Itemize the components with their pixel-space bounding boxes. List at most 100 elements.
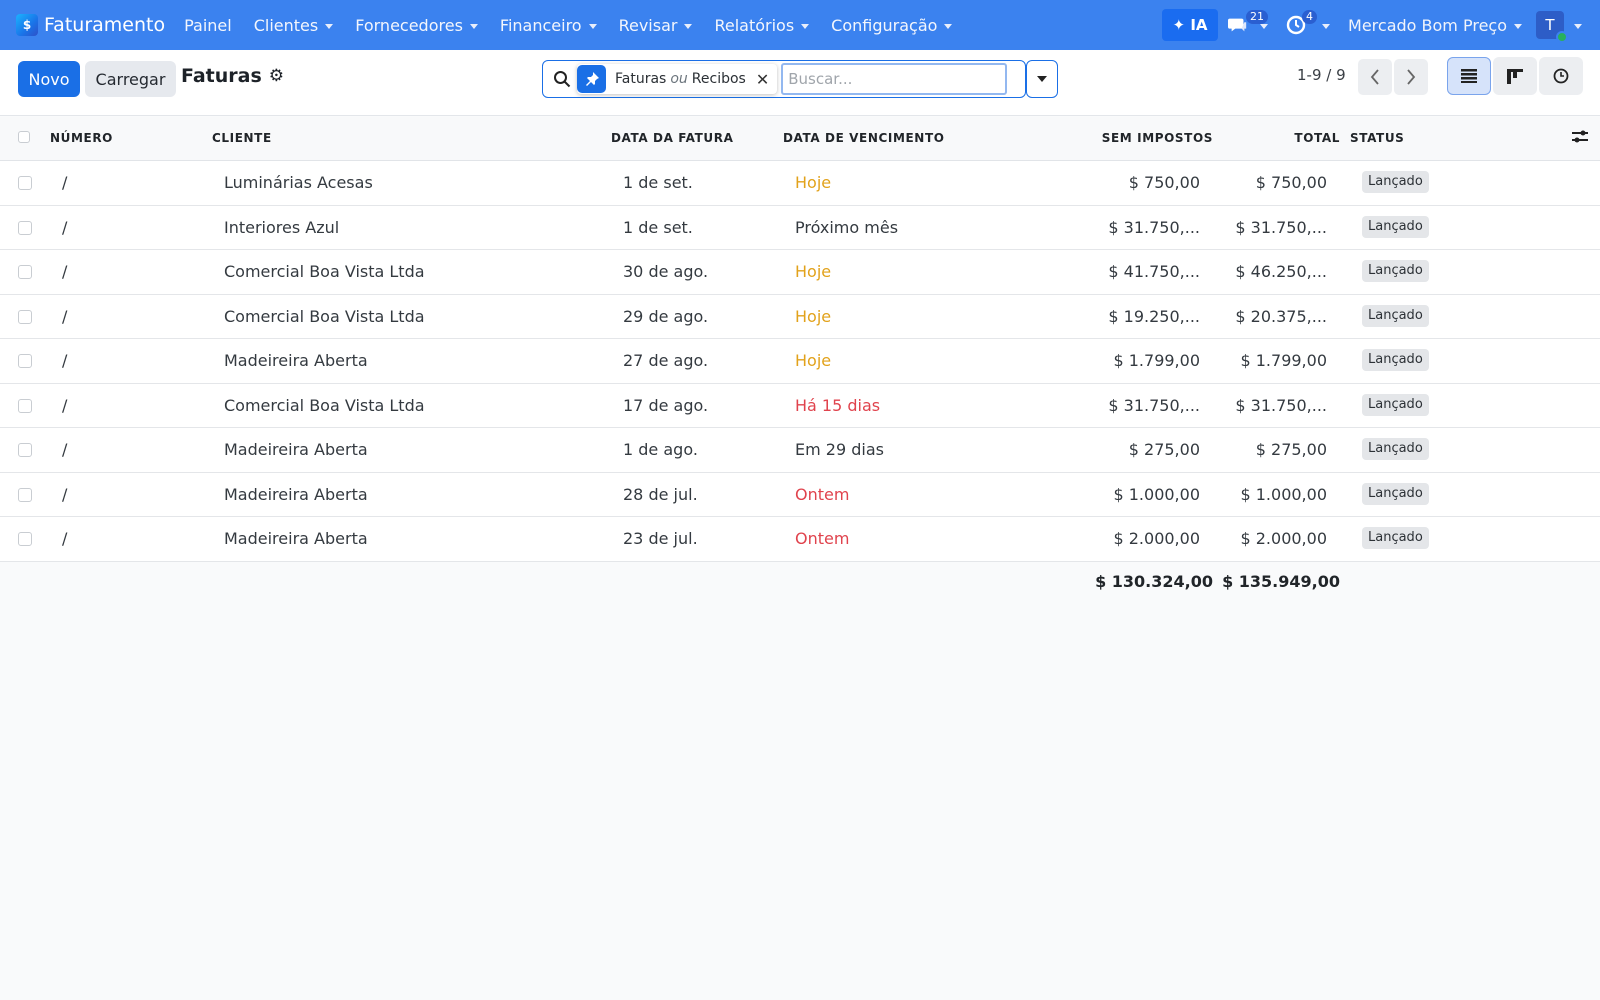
due-date: Ontem: [795, 484, 850, 504]
untaxed-amount: $ 41.750,...: [1108, 262, 1200, 281]
status-badge: Lançado: [1362, 349, 1429, 371]
customer-name: Comercial Boa Vista Ltda: [224, 262, 425, 281]
new-button[interactable]: Novo: [18, 61, 80, 97]
app-brand[interactable]: $ Faturamento: [16, 14, 165, 36]
search-icon[interactable]: [553, 70, 571, 88]
column-header-number[interactable]: NÚMERO: [50, 131, 113, 145]
status-badge: Lançado: [1362, 438, 1429, 460]
invoice-date: 23 de jul.: [623, 529, 698, 548]
online-status-dot: [1556, 31, 1568, 43]
total-amount: $ 46.250,...: [1235, 262, 1327, 281]
untaxed-amount: $ 1.000,00: [1113, 484, 1200, 504]
company-switcher[interactable]: Mercado Bom Preço: [1348, 16, 1522, 35]
nav-item-label: Painel: [184, 15, 232, 35]
status-badge: Lançado: [1362, 482, 1429, 505]
untaxed-amount: $ 2.000,00: [1113, 529, 1200, 548]
gear-icon[interactable]: ⚙: [269, 66, 284, 86]
untaxed-amount: $ 31.750,...: [1108, 217, 1200, 237]
row-checkbox[interactable]: [18, 354, 32, 368]
nav-item-label: Relatórios: [714, 15, 795, 35]
kanban-view-button[interactable]: [1493, 57, 1537, 95]
activity-view-button[interactable]: [1539, 57, 1583, 95]
table-row[interactable]: / Madeireira Aberta 28 de jul. Ontem $ 1.000…: [0, 472, 1600, 517]
pager-previous-button[interactable]: [1358, 59, 1392, 95]
column-header-customer[interactable]: CLIENTE: [212, 131, 272, 145]
pager-next-button[interactable]: [1394, 59, 1428, 95]
column-settings-icon[interactable]: [1572, 129, 1588, 148]
table-row[interactable]: / Madeireira Aberta 23 de jul. Ontem $ 2.000…: [0, 517, 1600, 562]
row-checkbox[interactable]: [18, 220, 32, 235]
column-header-untaxed[interactable]: SEM IMPOSTOS: [1050, 131, 1213, 145]
nav-item-4[interactable]: Revisar: [608, 0, 704, 50]
activities-menu[interactable]: 4: [1282, 0, 1334, 50]
nav-item-3[interactable]: Financeiro: [489, 0, 608, 50]
search-options-toggle[interactable]: [1026, 60, 1058, 98]
nav-item-5[interactable]: Relatórios: [703, 0, 820, 50]
table-row[interactable]: / Comercial Boa Vista Ltda 17 de ago. Há 15…: [0, 383, 1600, 428]
total-amount: $ 750,00: [1255, 173, 1327, 192]
chat-icon: [1228, 18, 1247, 32]
invoice-number: /: [62, 351, 68, 370]
avatar-initial: T: [1545, 16, 1555, 34]
due-date: Hoje: [795, 262, 832, 281]
status-badge: Lançado: [1362, 304, 1429, 327]
untaxed-amount: $ 275,00: [1128, 440, 1200, 459]
row-checkbox[interactable]: [18, 532, 32, 546]
table-header: NÚMERO CLIENTE DATA DA FATURA DATA DE VE…: [0, 117, 1600, 161]
table-row[interactable]: / Madeireira Aberta 27 de ago. Hoje $ 1.799,…: [0, 339, 1600, 384]
nav-item-6[interactable]: Configuração: [820, 0, 963, 50]
row-checkbox[interactable]: [18, 309, 32, 324]
select-all-checkbox[interactable]: [18, 131, 30, 143]
due-date: Hoje: [795, 351, 832, 370]
customer-name: Madeireira Aberta: [224, 484, 368, 504]
nav-item-2[interactable]: Fornecedores: [344, 0, 489, 50]
row-checkbox[interactable]: [18, 398, 32, 413]
column-header-status[interactable]: STATUS: [1350, 131, 1404, 145]
column-header-total[interactable]: TOTAL: [1240, 131, 1340, 145]
search-input[interactable]: [781, 63, 1008, 95]
untaxed-amount: $ 31.750,...: [1108, 395, 1200, 415]
row-checkbox[interactable]: [18, 443, 32, 457]
pager-value[interactable]: 1-9 / 9: [1297, 66, 1346, 84]
untaxed-sum: $ 130.324,00: [1095, 572, 1213, 591]
list-icon: [1461, 69, 1477, 83]
due-date: Ontem: [795, 529, 850, 548]
table-row[interactable]: / Interiores Azul 1 de set. Próximo mês $ 31…: [0, 205, 1600, 250]
invoice-date: 27 de ago.: [623, 351, 709, 370]
due-date: Há 15 dias: [795, 395, 881, 415]
table-row[interactable]: / Madeireira Aberta 1 de ago. Em 29 dias $ 2…: [0, 428, 1600, 473]
status-badge: Lançado: [1362, 171, 1429, 193]
list-view-button[interactable]: [1447, 57, 1491, 95]
customer-name: Interiores Azul: [224, 217, 340, 237]
chevron-down-icon: [801, 23, 810, 29]
kanban-icon: [1507, 68, 1523, 84]
column-header-invoice-date[interactable]: DATA DA FATURA: [611, 131, 734, 145]
invoice-number: /: [62, 217, 68, 237]
close-icon[interactable]: ✕: [756, 70, 769, 89]
nav-item-label: Financeiro: [499, 15, 582, 35]
load-button[interactable]: Carregar: [85, 61, 176, 97]
messages-menu[interactable]: 21: [1224, 0, 1272, 50]
nav-item-1[interactable]: Clientes: [243, 0, 345, 50]
user-avatar[interactable]: T: [1536, 11, 1568, 43]
ai-button[interactable]: ✦ IA: [1162, 9, 1219, 41]
row-checkbox[interactable]: [18, 176, 32, 190]
invoice-number: /: [62, 484, 68, 504]
search-bar: Faturas ou Recibos ✕: [542, 60, 1026, 98]
control-panel: Novo Carregar Faturas ⚙ Faturas ou Recibos…: [0, 50, 1600, 116]
column-header-due-date[interactable]: DATA DE VENCIMENTO: [783, 131, 945, 145]
invoice-date: 1 de set.: [623, 217, 693, 237]
table-row[interactable]: / Comercial Boa Vista Ltda 30 de ago. Hoje $…: [0, 250, 1600, 295]
table-row[interactable]: / Luminárias Acesas 1 de set. Hoje $ 750,00 $…: [0, 161, 1600, 206]
nav-item-0[interactable]: Painel: [173, 0, 243, 50]
row-checkbox[interactable]: [18, 265, 32, 279]
customer-name: Madeireira Aberta: [224, 529, 368, 548]
untaxed-amount: $ 750,00: [1128, 173, 1200, 192]
nav-item-label: Clientes: [253, 15, 319, 35]
table-row[interactable]: / Comercial Boa Vista Ltda 29 de ago. Hoje $…: [0, 294, 1600, 339]
row-checkbox[interactable]: [18, 487, 32, 502]
untaxed-amount: $ 19.250,...: [1108, 306, 1200, 326]
invoice-date: 30 de ago.: [623, 262, 709, 281]
total-amount: $ 31.750,...: [1235, 395, 1327, 415]
company-name: Mercado Bom Preço: [1348, 15, 1507, 35]
